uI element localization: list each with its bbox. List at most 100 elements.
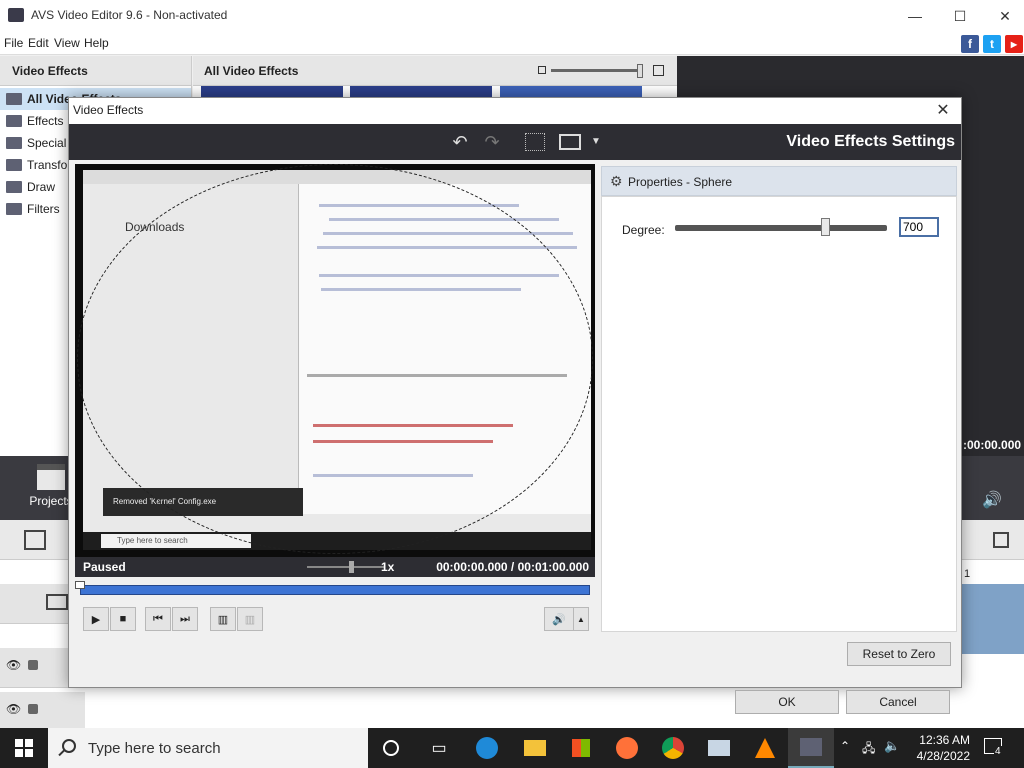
menu-edit[interactable]: Edit <box>28 36 49 50</box>
folder-icon <box>6 115 22 127</box>
panel-header: Video Effects <box>0 56 191 86</box>
thumb-size-slider[interactable] <box>551 69 643 72</box>
undo-icon[interactable]: ↶ <box>449 132 471 152</box>
notification-count: 4 <box>994 746 1002 757</box>
ok-button[interactable]: OK <box>735 690 839 714</box>
effects-list-title: All Video Effects <box>204 64 299 78</box>
visibility-eye-icon[interactable]: 👁 <box>6 658 21 672</box>
vlc-icon[interactable] <box>742 728 788 768</box>
lock-icon[interactable] <box>28 660 38 670</box>
video-effects-dialog: Video Effects ✕ ↶ ↷ ▼ Video Effects Sett… <box>68 97 962 714</box>
taskbar-search-box[interactable]: Type here to search <box>48 728 368 768</box>
audio-waveform <box>962 584 1024 654</box>
properties-header: ⚙ Properties - Sphere <box>601 166 957 196</box>
volume-icon[interactable]: 🔊 <box>982 490 1002 510</box>
cancel-button[interactable]: Cancel <box>846 690 950 714</box>
dialog-close-icon[interactable]: ✕ <box>931 100 955 122</box>
volume-dropdown-icon[interactable]: ▲ <box>573 607 589 631</box>
sphere-effect-outline[interactable] <box>77 164 593 554</box>
compare-view-button[interactable]: ▥ <box>210 607 236 631</box>
firefox-icon[interactable] <box>604 728 650 768</box>
chrome-icon[interactable] <box>650 728 696 768</box>
tree-item-label: Special <box>27 136 67 150</box>
settings-pane: ⚙ Properties - Sphere Degree: Reset to Z… <box>599 160 961 714</box>
visibility-eye-icon[interactable]: 👁 <box>6 702 21 716</box>
speaker-icon[interactable]: 🔈 <box>884 738 900 754</box>
facebook-icon[interactable]: f <box>961 35 979 53</box>
stop-button[interactable]: ■ <box>110 607 136 631</box>
close-icon[interactable]: ✕ <box>982 2 1024 30</box>
film-icon <box>46 594 68 610</box>
windows-taskbar: Type here to search ▭ ⌃ 🖧 🔈 12:36 AM 4/2… <box>0 728 1024 768</box>
degree-input[interactable] <box>899 217 939 237</box>
dialog-header: ↶ ↷ ▼ Video Effects Settings <box>69 124 961 160</box>
menu-file[interactable]: File <box>4 36 23 50</box>
play-button[interactable]: ▶ <box>83 607 109 631</box>
properties-body: Degree: <box>601 196 957 632</box>
app-title: AVS Video Editor 9.6 - Non-activated <box>31 8 228 22</box>
playback-time: 00:00:00.000 / 00:01:00.000 <box>436 560 589 574</box>
cortana-icon[interactable] <box>368 728 414 768</box>
youtube-icon[interactable]: ▶ <box>1005 35 1023 53</box>
photos-icon[interactable] <box>696 728 742 768</box>
store-icon[interactable] <box>558 728 604 768</box>
text-track-controls: 👁 <box>0 692 85 732</box>
maximize-icon[interactable]: ☐ <box>937 2 983 30</box>
redo-icon[interactable]: ↷ <box>481 132 503 152</box>
twitter-icon[interactable]: t <box>983 35 1001 53</box>
main-preview-time: :00:00.000 <box>963 438 1022 452</box>
task-view-icon[interactable]: ▭ <box>416 728 462 768</box>
crop-icon[interactable] <box>525 133 545 151</box>
projects-label: Projects <box>29 494 73 508</box>
next-frame-button[interactable]: ⏭ <box>172 607 198 631</box>
network-icon[interactable]: 🖧 <box>862 739 875 760</box>
folder-icon <box>6 93 22 105</box>
menu-help[interactable]: Help <box>84 36 109 50</box>
preview-frame: Downloads Removed 'Kernel' Config.exe Ty… <box>75 164 595 557</box>
thumb-size-knob[interactable] <box>637 64 643 78</box>
small-thumb-icon[interactable] <box>538 66 546 74</box>
properties-title: Properties - Sphere <box>628 175 733 189</box>
minimize-icon[interactable]: — <box>892 2 938 30</box>
previous-frame-button[interactable]: ⏮ <box>145 607 171 631</box>
seek-knob[interactable] <box>75 581 85 589</box>
reset-to-zero-button[interactable]: Reset to Zero <box>847 642 951 666</box>
large-thumb-icon[interactable] <box>653 65 664 76</box>
tray-clock[interactable]: 12:36 AM 4/28/2022 <box>908 732 970 764</box>
degree-slider[interactable] <box>675 225 887 231</box>
tray-chevron-icon[interactable]: ⌃ <box>840 739 850 753</box>
edge-icon[interactable] <box>464 728 510 768</box>
windows-logo-icon <box>15 739 33 757</box>
folder-icon <box>6 159 22 171</box>
tree-item-label: Filters <box>27 202 60 216</box>
file-explorer-icon[interactable] <box>512 728 558 768</box>
speed-slider-knob[interactable] <box>349 561 354 573</box>
aspect-ratio-icon[interactable] <box>559 134 581 150</box>
seek-bar[interactable] <box>80 585 590 595</box>
folder-icon <box>6 181 22 193</box>
menu-bar: File Edit View Help <box>0 31 1024 55</box>
avs-video-editor-icon[interactable] <box>788 728 834 768</box>
tree-item-label: Effects <box>27 114 64 128</box>
speed-slider[interactable] <box>307 566 385 568</box>
preview-pane: Downloads Removed 'Kernel' Config.exe Ty… <box>72 160 599 682</box>
storyboard-icon[interactable] <box>24 530 46 550</box>
degree-label: Degree: <box>622 223 665 237</box>
preview-status-bar: Paused 1x 00:00:00.000 / 00:01:00.000 <box>75 557 595 577</box>
split-view-button[interactable]: ▥ <box>237 607 263 631</box>
menu-view[interactable]: View <box>54 36 80 50</box>
start-button[interactable] <box>0 728 48 768</box>
app-icon <box>8 8 24 22</box>
preview-volume-button[interactable]: 🔊 <box>544 607 574 631</box>
timeline-marker: 1 <box>964 568 971 580</box>
tray-time: 12:36 AM <box>919 733 970 747</box>
lock-icon[interactable] <box>28 704 38 714</box>
clapperboard-icon <box>37 464 65 490</box>
dialog-title: Video Effects <box>73 103 144 117</box>
degree-slider-knob[interactable] <box>821 218 831 236</box>
gear-icon: ⚙ <box>610 173 623 189</box>
dialog-titlebar: Video Effects ✕ <box>69 98 961 124</box>
effects-list-header: All Video Effects <box>193 56 677 86</box>
dropdown-arrow-icon[interactable]: ▼ <box>585 132 607 152</box>
fit-timeline-icon[interactable] <box>993 532 1009 548</box>
